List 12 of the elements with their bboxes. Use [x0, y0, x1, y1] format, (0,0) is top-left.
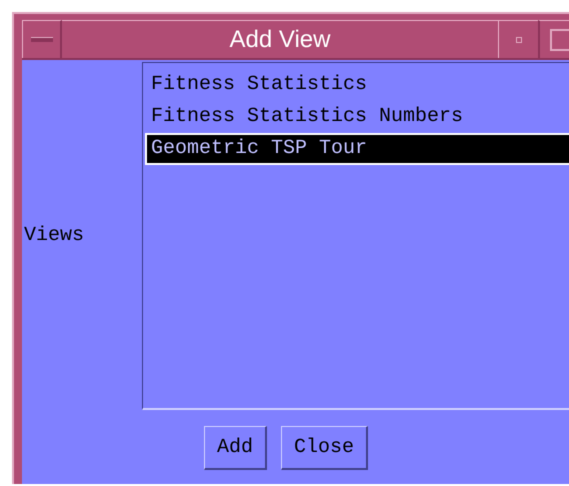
minimize-icon	[516, 36, 522, 42]
views-label: Views	[24, 223, 84, 249]
list-item[interactable]: Fitness Statistics Numbers	[145, 101, 569, 133]
maximize-button[interactable]	[538, 20, 569, 58]
minimize-button[interactable]	[498, 20, 538, 58]
minus-icon	[30, 37, 52, 42]
window-title: Add View	[62, 20, 498, 58]
window-menu-button[interactable]	[22, 20, 62, 58]
list-item[interactable]: Fitness Statistics	[145, 69, 569, 101]
add-button[interactable]: Add	[204, 426, 268, 470]
close-button[interactable]: Close	[281, 426, 368, 470]
list-item[interactable]: Geometric TSP Tour	[145, 133, 569, 165]
